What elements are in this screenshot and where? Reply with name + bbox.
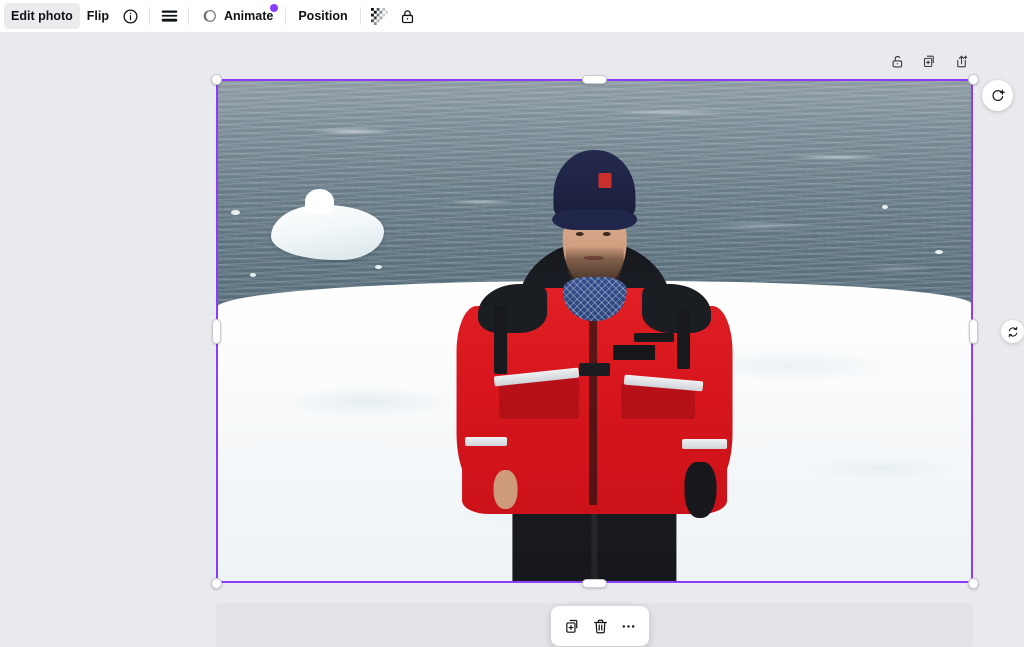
info-circle-icon [122,8,139,25]
rotate-clockwise-plus-icon [990,88,1006,104]
reflective-cuff-left [464,436,508,447]
photo-image[interactable] [216,79,973,583]
new-feature-dot-icon [270,4,279,12]
lock-closed-icon [399,8,416,25]
transparency-button[interactable] [366,3,394,29]
lock-button[interactable] [394,3,422,29]
element-float-toolbar [551,606,649,646]
frame-tool-row [885,49,973,73]
jacket-zip-left [493,306,508,374]
unlock-button[interactable] [885,49,909,73]
duplicate-button[interactable] [559,613,585,639]
resize-handle-top-right[interactable] [967,73,979,85]
line-weight-icon [160,8,179,25]
trash-can-icon [592,618,609,635]
beanie-brim [552,208,637,231]
export-up-plus-icon [954,54,969,69]
toolbar-divider-1 [149,7,151,25]
hand-bare [493,470,518,510]
animate-button[interactable]: Animate [194,3,280,29]
person-in-red-suit [456,149,733,583]
selected-photo-frame[interactable] [210,54,979,589]
more-options-button[interactable] [615,613,641,639]
edit-photo-label: Edit photo [11,9,73,23]
duplicate-button-frame[interactable] [917,49,941,73]
resize-handle-left[interactable] [211,318,221,344]
resize-handle-right[interactable] [968,318,978,344]
line-weight-button[interactable] [155,3,183,29]
resize-handle-bottom[interactable] [582,578,607,588]
rotate-refresh-icon [1007,326,1019,338]
resize-handle-bottom-left[interactable] [210,577,222,589]
top-toolbar: Edit photo Flip Animate Position [0,0,1024,32]
eye-left [575,232,584,237]
toolbar-divider-2 [188,7,190,25]
canva-editor-window: Edit photo Flip Animate Position [0,0,1024,647]
brand-label-patch [613,344,656,361]
toolbar-divider-3 [285,7,287,25]
flip-button[interactable]: Flip [80,3,116,29]
floating-ice-chunk [270,189,385,261]
eye-right [602,232,612,237]
canvas-area[interactable] [0,32,1024,647]
glove-right [684,461,717,518]
lock-open-icon [890,54,905,69]
reflective-cuff-right [681,439,727,449]
info-button[interactable] [116,3,144,29]
chest-buckle [578,362,611,377]
resize-handle-top[interactable] [582,74,607,84]
export-button-frame[interactable] [949,49,973,73]
position-button[interactable]: Position [291,3,354,29]
transparency-checker-icon [371,7,389,25]
toolbar-divider-4 [359,7,361,25]
jacket-vent [634,333,674,343]
jacket-zip-right [676,310,690,370]
duplicate-plus-icon [564,618,581,635]
beanie-logo-patch [598,173,612,188]
rotate-refresh-button[interactable] [1001,320,1024,343]
rotate-add-button[interactable] [982,80,1013,111]
animate-label: Animate [224,9,274,23]
shoulder-panel-left [477,283,547,334]
duplicate-plus-icon [922,54,937,69]
resize-handle-top-left[interactable] [210,73,222,85]
animate-circle-icon [201,8,218,25]
position-label: Position [298,9,348,23]
flip-label: Flip [86,9,110,23]
resize-handle-bottom-right[interactable] [967,577,979,589]
more-horizontal-icon [620,618,637,635]
delete-button[interactable] [587,613,613,639]
edit-photo-button[interactable]: Edit photo [4,3,80,29]
